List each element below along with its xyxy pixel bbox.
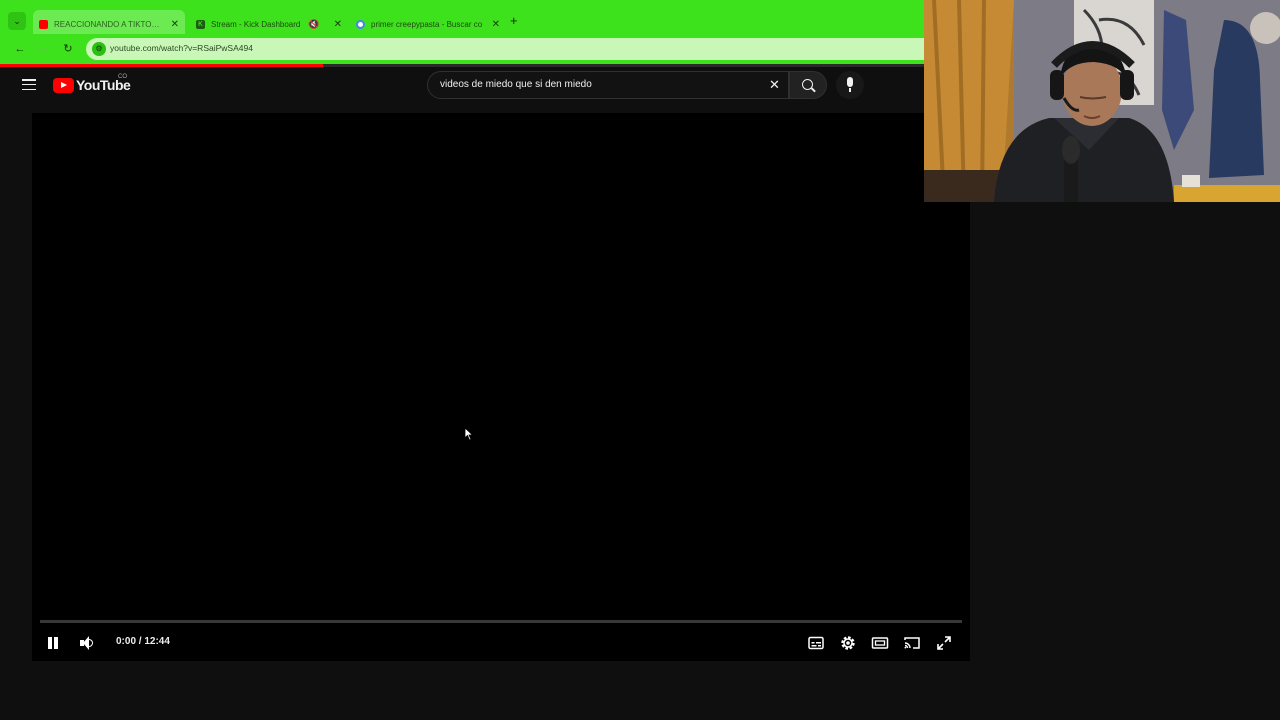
subtitles-icon[interactable]	[806, 633, 826, 653]
site-info-icon[interactable]: ⚙	[92, 42, 106, 56]
tab-label: primer creepypasta - Buscar co	[371, 19, 483, 29]
mute-tab-icon[interactable]: 🔇	[308, 19, 319, 30]
reload-icon[interactable]: ↻	[61, 42, 75, 56]
tab-label: Stream - Kick Dashboard	[211, 19, 301, 29]
youtube-play-logo-icon	[53, 77, 74, 93]
cast-icon[interactable]	[902, 633, 922, 653]
search-icon	[802, 79, 813, 90]
tab-search-chevron-down-icon[interactable]: ⌄	[8, 12, 26, 30]
youtube-logo[interactable]: YouTube CO	[53, 74, 131, 93]
address-bar[interactable]: ⚙ youtube.com/watch?v=RSaiPwSA494	[86, 38, 924, 60]
search-input[interactable]: videos de miedo que si den miedo ✕	[427, 71, 789, 99]
region-code: CO	[118, 74, 127, 80]
video-progress-bar[interactable]	[40, 620, 962, 623]
video-player[interactable]: 0:00 / 12:44	[32, 113, 970, 661]
search-query-text[interactable]: videos de miedo que si den miedo	[440, 79, 592, 90]
youtube-favicon-icon	[39, 19, 48, 29]
tab-label: REACCIONANDO A TIKTOKS P	[54, 19, 165, 29]
browser-nav-bar: ← → ↻ ⚙ youtube.com/watch?v=RSaiPwSA494	[0, 34, 924, 64]
settings-icon[interactable]	[838, 633, 858, 653]
youtube-header: YouTube CO videos de miedo que si den mi…	[0, 67, 924, 107]
theater-mode-icon[interactable]	[870, 633, 890, 653]
google-favicon-icon	[356, 19, 365, 29]
screen: ⌄ REACCIONANDO A TIKTOKS P ✕ K Stream - …	[0, 0, 1280, 720]
url-text[interactable]: youtube.com/watch?v=RSaiPwSA494	[110, 43, 253, 53]
kick-favicon-icon: K	[196, 19, 205, 29]
volume-icon[interactable]	[76, 633, 96, 653]
search-button[interactable]	[789, 71, 827, 99]
mouse-pointer-icon	[464, 427, 474, 441]
clear-search-close-icon[interactable]: ✕	[769, 78, 780, 92]
tab-close-icon[interactable]: ✕	[486, 19, 500, 30]
webcam-feed-image	[924, 0, 1280, 202]
player-controls: 0:00 / 12:44	[32, 627, 970, 659]
browser-tab-bar: ⌄ REACCIONANDO A TIKTOKS P ✕ K Stream - …	[0, 4, 924, 38]
webcam-overlay	[924, 0, 1280, 202]
new-tab-plus-icon[interactable]: +	[510, 14, 518, 28]
forward-arrow-icon[interactable]: →	[37, 42, 51, 56]
fullscreen-icon[interactable]	[934, 633, 954, 653]
tab-close-icon[interactable]: ✕	[328, 19, 342, 30]
time-display: 0:00 / 12:44	[116, 636, 170, 647]
back-arrow-icon[interactable]: ←	[13, 42, 27, 56]
menu-hamburger-icon[interactable]	[22, 79, 36, 91]
tab-close-icon[interactable]: ✕	[165, 19, 179, 30]
pause-icon[interactable]	[43, 633, 63, 653]
voice-search-mic-icon[interactable]	[836, 71, 864, 99]
